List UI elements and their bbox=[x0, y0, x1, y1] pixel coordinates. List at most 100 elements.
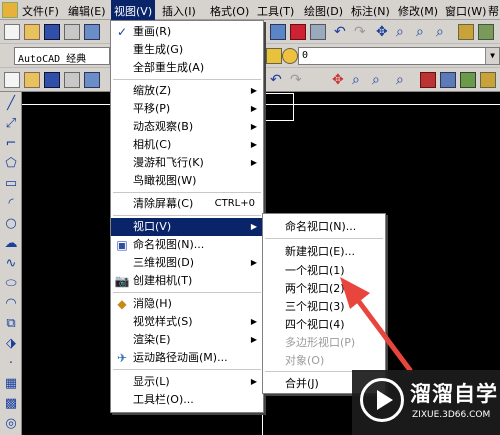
menu-item-toolbars[interactable]: 工具栏(O)... bbox=[111, 391, 263, 409]
open-icon[interactable] bbox=[24, 24, 40, 40]
chevron-down-icon[interactable]: ▼ bbox=[485, 48, 499, 64]
pan-icon[interactable]: ✥ bbox=[332, 72, 348, 88]
menu-separator bbox=[265, 238, 383, 239]
zoom-previous-icon[interactable]: ⌕ bbox=[396, 72, 412, 88]
save-icon[interactable] bbox=[44, 72, 60, 88]
submenu-arrow-icon: ▶ bbox=[250, 377, 257, 386]
pan-icon[interactable]: ✥ bbox=[376, 24, 392, 40]
submenu-arrow-icon: ▶ bbox=[250, 140, 257, 149]
submenu-arrow-icon: ▶ bbox=[250, 158, 257, 167]
new-icon[interactable] bbox=[4, 72, 20, 88]
motion-path-icon: ✈ bbox=[116, 351, 128, 365]
redraw-icon: ✓ bbox=[116, 25, 128, 39]
app-icon[interactable] bbox=[2, 2, 18, 18]
sheet-set-icon[interactable] bbox=[480, 72, 496, 88]
design-center-icon[interactable] bbox=[478, 24, 494, 40]
pencil-icon[interactable] bbox=[310, 24, 326, 40]
menu-edit[interactable]: 编辑(E) bbox=[68, 3, 106, 19]
hatch-icon[interactable]: ▦ bbox=[3, 376, 19, 392]
undo-icon[interactable]: ↶ bbox=[270, 72, 286, 88]
insert-block-icon[interactable]: ⧉ bbox=[3, 316, 19, 332]
make-block-icon[interactable]: ⬗ bbox=[3, 336, 19, 352]
zoom-window-icon[interactable]: ⌕ bbox=[416, 24, 432, 40]
menu-separator bbox=[113, 79, 261, 80]
submenu-arrow-icon: ▶ bbox=[250, 335, 257, 344]
ellipse-icon[interactable]: ⬭ bbox=[3, 276, 19, 292]
preview-icon[interactable] bbox=[84, 72, 100, 88]
menu-item-camera[interactable]: 相机(C) ▶ bbox=[111, 136, 263, 154]
cursor-pickbox bbox=[264, 93, 294, 121]
menu-item-motion-path[interactable]: ✈ 运动路径动画(M)... bbox=[111, 349, 263, 367]
layer-freeze-icon[interactable] bbox=[282, 48, 298, 64]
undo-icon[interactable]: ↶ bbox=[334, 24, 350, 40]
redo-icon[interactable]: ↷ bbox=[290, 72, 306, 88]
menu-separator bbox=[113, 369, 261, 370]
menu-item-visual-styles[interactable]: 视觉样式(S) ▶ bbox=[111, 313, 263, 331]
zoom-realtime-icon[interactable]: ⌕ bbox=[352, 72, 368, 88]
block-icon[interactable] bbox=[290, 24, 306, 40]
menu-item-redraw[interactable]: ✓ 重画(R) bbox=[111, 23, 263, 41]
arc-icon[interactable]: ◜ bbox=[3, 196, 19, 212]
submenu-arrow-icon: ▶ bbox=[250, 104, 257, 113]
menu-item-walk-fly[interactable]: 漫游和飞行(K) ▶ bbox=[111, 154, 263, 172]
menu-window[interactable]: 窗口(W) bbox=[445, 3, 486, 19]
print-icon[interactable] bbox=[64, 72, 80, 88]
layer-select[interactable]: 0 ▼ bbox=[298, 47, 500, 65]
zoom-realtime-icon[interactable]: ⌕ bbox=[396, 24, 412, 40]
polygon-icon[interactable]: ⬠ bbox=[3, 156, 19, 172]
redo-icon[interactable]: ↷ bbox=[354, 24, 370, 40]
line-icon[interactable]: ╱ bbox=[3, 96, 19, 112]
menu-item-named-views[interactable]: ▣ 命名视图(N)... bbox=[111, 236, 263, 254]
menu-format[interactable]: 格式(O) bbox=[210, 3, 249, 19]
xline-icon[interactable]: ⤢ bbox=[3, 116, 19, 132]
menu-item-hide[interactable]: ◆ 消隐(H) bbox=[111, 295, 263, 313]
matchprop-icon[interactable] bbox=[270, 24, 286, 40]
menu-item-pan[interactable]: 平移(P) ▶ bbox=[111, 100, 263, 118]
circle-icon[interactable]: ○ bbox=[3, 216, 19, 232]
tool-palettes-icon[interactable] bbox=[460, 72, 476, 88]
zoom-window-icon[interactable]: ⌕ bbox=[372, 72, 388, 88]
print-icon[interactable] bbox=[64, 24, 80, 40]
preview-icon[interactable] bbox=[84, 24, 100, 40]
menu-item-aerial-view[interactable]: 鸟瞰视图(W) bbox=[111, 172, 263, 190]
open-icon[interactable] bbox=[24, 72, 40, 88]
ellipse-arc-icon[interactable]: ◠ bbox=[3, 296, 19, 312]
menu-item-zoom[interactable]: 缩放(Z) ▶ bbox=[111, 82, 263, 100]
menu-draw[interactable]: 绘图(D) bbox=[304, 3, 343, 19]
menu-item-display[interactable]: 显示(L) ▶ bbox=[111, 373, 263, 391]
menu-item-regen[interactable]: 重生成(G) bbox=[111, 41, 263, 59]
submenu-item-new-viewports[interactable]: 新建视口(E)... bbox=[263, 243, 385, 261]
menu-file[interactable]: 文件(F) bbox=[22, 3, 59, 19]
menu-item-3d-views[interactable]: 三维视图(D) ▶ bbox=[111, 254, 263, 272]
menu-tools[interactable]: 工具(T) bbox=[257, 3, 294, 19]
menu-modify[interactable]: 修改(M) bbox=[398, 3, 438, 19]
revcloud-icon[interactable]: ☁ bbox=[3, 236, 19, 252]
rectangle-icon[interactable]: ▭ bbox=[3, 176, 19, 192]
properties-icon[interactable] bbox=[458, 24, 474, 40]
properties-icon[interactable] bbox=[420, 72, 436, 88]
design-center-icon[interactable] bbox=[440, 72, 456, 88]
layer-on-icon[interactable] bbox=[266, 48, 282, 64]
save-icon[interactable] bbox=[44, 24, 60, 40]
workspace-select[interactable]: AutoCAD 经典 bbox=[14, 47, 110, 65]
submenu-item-named-viewports[interactable]: 命名视口(N)... bbox=[263, 218, 385, 236]
menu-help[interactable]: 帮 bbox=[488, 3, 499, 19]
menu-insert[interactable]: 插入(I) bbox=[162, 3, 196, 19]
menu-item-clean-screen[interactable]: 清除屏幕(C) CTRL+0 bbox=[111, 195, 263, 213]
spline-icon[interactable]: ∿ bbox=[3, 256, 19, 272]
menu-item-viewports[interactable]: 视口(V) ▶ bbox=[111, 218, 263, 236]
watermark: 溜溜自学 ZIXUE.3D66.COM bbox=[352, 370, 500, 435]
menu-dimension[interactable]: 标注(N) bbox=[351, 3, 390, 19]
menu-item-orbit[interactable]: 动态观察(B) ▶ bbox=[111, 118, 263, 136]
polyline-icon[interactable]: ⌐ bbox=[3, 136, 19, 152]
menu-item-render[interactable]: 渲染(E) ▶ bbox=[111, 331, 263, 349]
gradient-icon[interactable]: ▩ bbox=[3, 396, 19, 412]
watermark-brand: 溜溜自学 bbox=[410, 382, 498, 406]
zoom-previous-icon[interactable]: ⌕ bbox=[436, 24, 452, 40]
new-icon[interactable] bbox=[4, 24, 20, 40]
region-icon[interactable]: ◎ bbox=[3, 416, 19, 432]
menu-item-regen-all[interactable]: 全部重生成(A) bbox=[111, 59, 263, 77]
point-icon[interactable]: · bbox=[3, 356, 19, 372]
menu-item-create-camera[interactable]: 📷 创建相机(T) bbox=[111, 272, 263, 290]
menu-view[interactable]: 视图(V) bbox=[111, 0, 156, 20]
